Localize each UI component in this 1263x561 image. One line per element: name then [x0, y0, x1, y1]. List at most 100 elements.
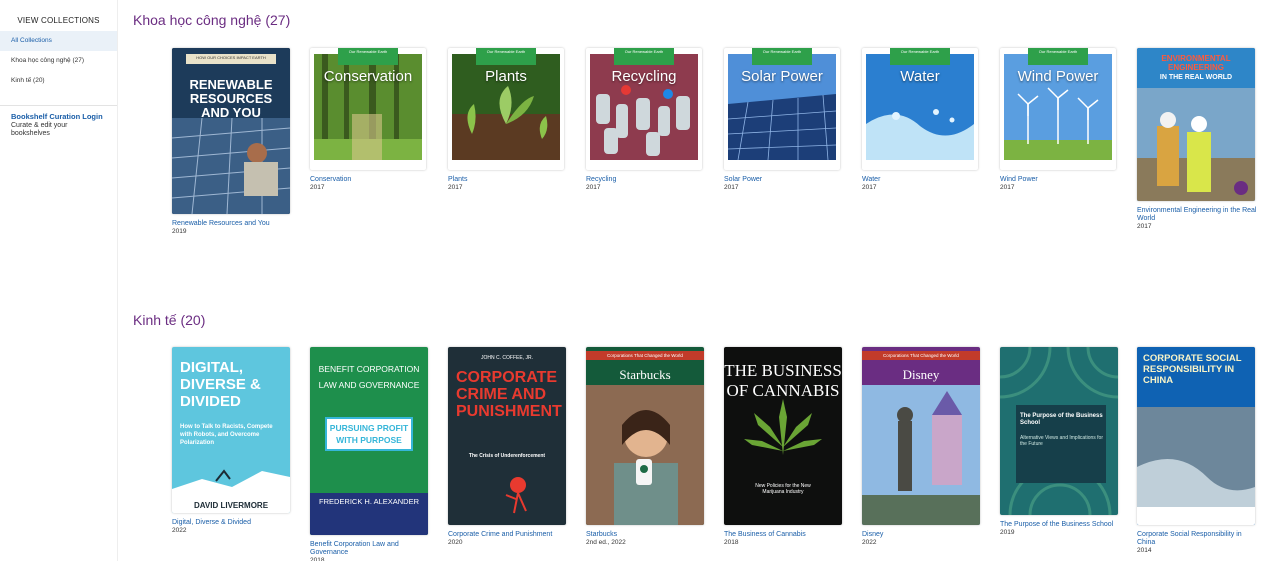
book-title: Conservation	[310, 176, 352, 183]
book-title: Digital, Diverse & Divided	[172, 519, 251, 526]
book-wind-power[interactable]: Our Renewable Earth Wind Power Wind Powe…	[1000, 48, 1122, 191]
book-disney[interactable]: Corporations That Changed the World Disn…	[862, 347, 984, 546]
cover-title: THE BUSINESS OF CANNABIS	[724, 361, 842, 400]
book-purpose-of-business-school[interactable]: The Purpose of the Business School Alter…	[1000, 347, 1122, 536]
book-year: 2017	[1000, 184, 1015, 191]
book-title: Wind Power	[1000, 176, 1038, 183]
cover-title: DIGITAL, DIVERSE & DIVIDED	[180, 359, 261, 410]
book-title: Recycling	[586, 176, 617, 183]
cover-art	[862, 385, 980, 525]
book-cover: THE BUSINESS OF CANNABIS New Policies fo…	[724, 347, 842, 525]
book-year: 2022	[862, 539, 877, 546]
book-starbucks[interactable]: Corporations That Changed the World Star…	[586, 347, 708, 546]
book-year: 2017	[586, 184, 601, 191]
book-title: Environmental Engineering in the Real Wo…	[1137, 207, 1257, 222]
cover-art	[172, 48, 290, 214]
book-year: 2019	[1000, 529, 1015, 536]
book-water[interactable]: Our Renewable Earth Water Water 2017	[862, 48, 984, 191]
book-cover: Our Renewable Earth Recycling	[586, 48, 702, 170]
series-badge: Our Renewable Earth	[338, 48, 398, 65]
book-year: 2017	[724, 184, 739, 191]
book-year: 2017	[862, 184, 877, 191]
cover-series: Corporations That Changed the World	[586, 351, 704, 360]
book-solar-power[interactable]: Our Renewable Earth Solar Power Solar Po…	[724, 48, 846, 191]
book-year: 2017	[310, 184, 325, 191]
book-plants[interactable]: Our Renewable Earth Plants Plants 2017	[448, 48, 570, 191]
book-cover: Our Renewable Earth Water	[862, 48, 978, 170]
book-year: 2022	[172, 527, 187, 534]
cover-subtitle: Alternative Views and Implications for t…	[1020, 435, 1104, 447]
cover-title: CORPORATE SOCIAL RESPONSIBILITY IN CHINA	[1143, 353, 1242, 386]
cover-title: CORPORATE CRIME AND PUNISHMENT	[456, 369, 562, 420]
cover-author: JOHN C. COFFEE, JR.	[481, 355, 533, 361]
book-title: Starbucks	[586, 531, 618, 538]
book-cover: Corporations That Changed the World Star…	[586, 347, 704, 525]
section-title-kinh-te: Kinh tế (20)	[133, 312, 206, 328]
cover-art	[1000, 347, 1118, 515]
cover-subtitle: IN THE REAL WORLD	[1159, 74, 1233, 81]
cover-subtitle: The Crisis of Underenforcement	[468, 453, 546, 459]
cover-title: BENEFIT CORPORATION LAW AND GOVERNANCE	[318, 364, 420, 390]
book-cover: JOHN C. COFFEE, JR. CORPORATE CRIME AND …	[448, 347, 566, 525]
cover-title: Water	[900, 68, 940, 85]
cover-art	[586, 385, 704, 525]
book-title: Disney	[862, 531, 884, 538]
cover-art	[172, 469, 290, 499]
cover-author: FREDERICK H. ALEXANDER	[310, 493, 428, 535]
book-cover: ENVIRONMENTAL ENGINEERING IN THE REAL WO…	[1137, 48, 1255, 201]
cover-art	[505, 477, 527, 514]
sidebar-item-khoa-hoc-cong-nghe[interactable]: Khoa học công nghệ (27)	[0, 51, 117, 71]
series-badge: Our Renewable Earth	[614, 48, 674, 65]
book-cover: Our Renewable Earth Wind Power	[1000, 48, 1116, 170]
book-cover: Our Renewable Earth Plants	[448, 48, 564, 170]
book-title: Water	[862, 176, 881, 183]
sidebar-item-kinh-te[interactable]: Kinh tế (20)	[0, 71, 117, 91]
book-cover: Our Renewable Earth Conservation	[310, 48, 426, 170]
book-year: 2nd ed., 2022	[586, 539, 626, 546]
sidebar: VIEW COLLECTIONS All Collections Khoa họ…	[0, 0, 118, 561]
cover-title: Starbucks	[619, 367, 671, 382]
book-cover: CORPORATE SOCIAL RESPONSIBILITY IN CHINA	[1137, 347, 1255, 525]
book-csr-in-china[interactable]: CORPORATE SOCIAL RESPONSIBILITY IN CHINA…	[1137, 347, 1259, 554]
curation-login-link[interactable]: Bookshelf Curation Login	[0, 112, 117, 121]
sidebar-heading: VIEW COLLECTIONS	[17, 16, 100, 25]
cover-title: ENVIRONMENTAL ENGINEERING	[1161, 54, 1231, 72]
app-root: VIEW COLLECTIONS All Collections Khoa họ…	[0, 0, 1263, 561]
book-benefit-corporation[interactable]: BENEFIT CORPORATION LAW AND GOVERNANCE P…	[310, 347, 432, 561]
cover-title: Disney	[902, 367, 940, 382]
cover-title: Conservation	[323, 68, 413, 85]
curation-login-subtitle: Curate & edit your bookshelves	[11, 122, 68, 137]
series-badge: Our Renewable Earth	[476, 48, 536, 65]
book-year: 2018	[724, 539, 739, 546]
book-title: Corporate Social Responsibility in China	[1137, 531, 1242, 546]
cannabis-leaf-icon	[744, 399, 822, 455]
cover-title: Plants	[485, 68, 527, 85]
book-year: 2018	[310, 557, 325, 561]
book-title: Corporate Crime and Punishment	[448, 531, 553, 538]
sidebar-divider	[0, 105, 117, 106]
cover-series: HOW OUR CHOICES IMPACT EARTH	[196, 55, 266, 60]
book-title: The Purpose of the Business School	[1000, 521, 1114, 528]
book-cover: DIGITAL, DIVERSE & DIVIDED How to Talk t…	[172, 347, 290, 513]
book-digital-diverse-divided[interactable]: DIGITAL, DIVERSE & DIVIDED How to Talk t…	[172, 347, 294, 534]
book-business-of-cannabis[interactable]: THE BUSINESS OF CANNABIS New Policies fo…	[724, 347, 846, 546]
book-corporate-crime[interactable]: JOHN C. COFFEE, JR. CORPORATE CRIME AND …	[448, 347, 570, 546]
cover-title: Recycling	[611, 68, 677, 85]
book-renewable-resources[interactable]: HOW OUR CHOICES IMPACT EARTH RENEWABLE R…	[172, 48, 294, 235]
book-year: 2019	[172, 228, 187, 235]
book-conservation[interactable]: Our Renewable Earth Conservation Conserv…	[310, 48, 432, 191]
sidebar-item-all-collections[interactable]: All Collections	[0, 31, 117, 51]
cover-subtitle: How to Talk to Racists, Compete with Rob…	[180, 424, 273, 446]
section-title-khoa-hoc-cong-nghe: Khoa học công nghệ (27)	[133, 12, 291, 28]
book-year: 2017	[1137, 223, 1152, 230]
series-badge: Our Renewable Earth	[752, 48, 812, 65]
series-badge: Our Renewable Earth	[890, 48, 950, 65]
cover-title: Solar Power	[741, 68, 823, 85]
cover-title: The Purpose of the Business School	[1020, 413, 1103, 426]
book-recycling[interactable]: Our Renewable Earth Recycling Recycling …	[586, 48, 708, 191]
book-cover: HOW OUR CHOICES IMPACT EARTH RENEWABLE R…	[172, 48, 290, 214]
book-year: 2017	[448, 184, 463, 191]
book-cover: The Purpose of the Business School Alter…	[1000, 347, 1118, 515]
book-year: 2020	[448, 539, 463, 546]
book-environmental-engineering[interactable]: ENVIRONMENTAL ENGINEERING IN THE REAL WO…	[1137, 48, 1259, 230]
